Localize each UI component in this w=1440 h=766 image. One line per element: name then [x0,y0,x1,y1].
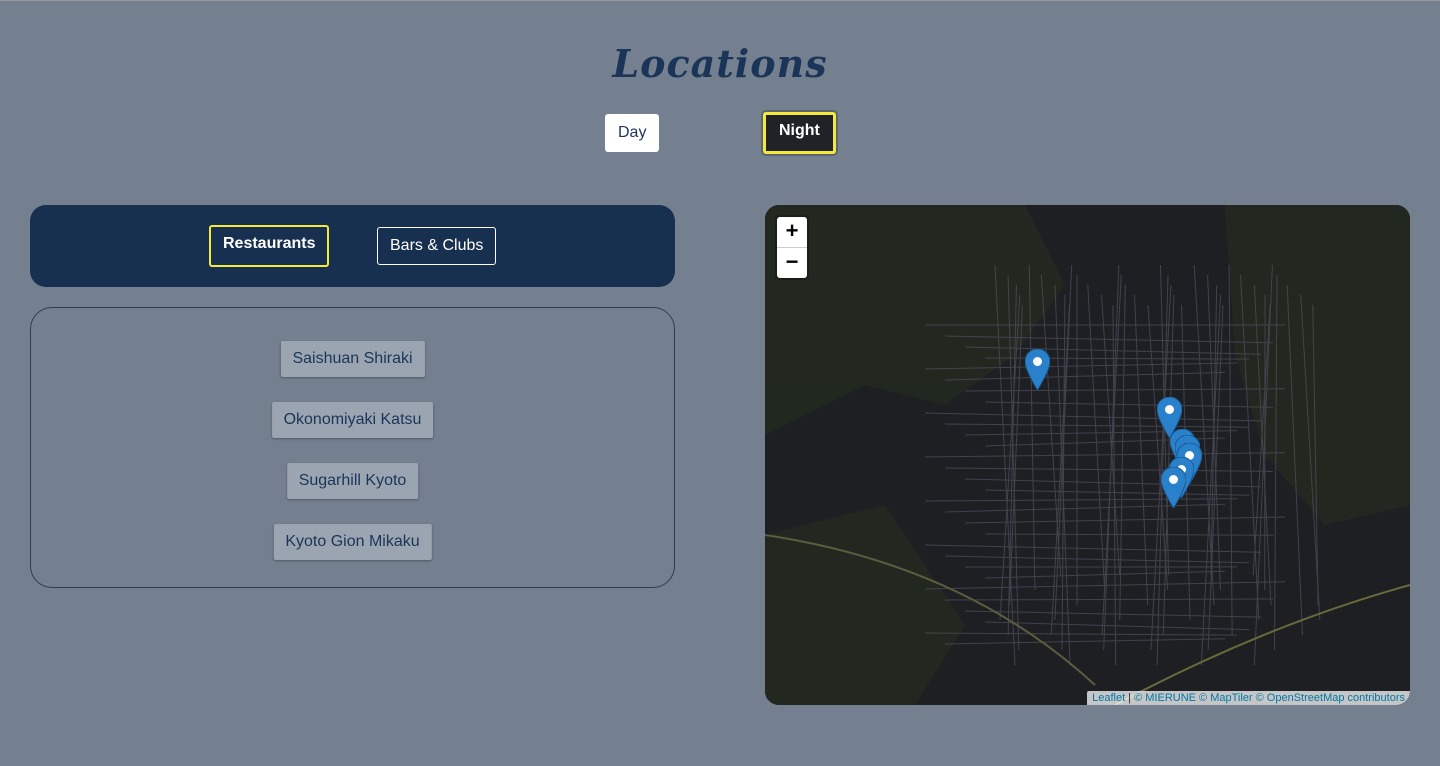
location-item[interactable]: Saishuan Shiraki [280,341,425,377]
location-item[interactable]: Sugarhill Kyoto [286,463,419,499]
restaurants-tab[interactable]: Restaurants [209,225,330,267]
location-item[interactable]: Okonomiyaki Katsu [271,402,434,438]
map-pin-icon[interactable] [1024,348,1051,391]
night-button[interactable]: Night [763,112,836,154]
bars-clubs-tab[interactable]: Bars & Clubs [377,227,497,265]
category-bar: Restaurants Bars & Clubs [30,205,675,287]
page-title: Locations [612,41,828,86]
map-pin-icon[interactable] [1160,466,1187,509]
location-item[interactable]: Kyoto Gion Mikaku [273,524,432,560]
attribution-separator: | [1125,692,1135,704]
leaflet-link[interactable]: Leaflet [1092,692,1125,704]
map-attribution: Leaflet | © MIERUNE © MapTiler © OpenStr… [1087,691,1410,705]
map[interactable]: + − Leaflet | © MIERUNE © MapTiler © Ope… [765,205,1410,705]
attribution-credits[interactable]: © MIERUNE © MapTiler © OpenStreetMap con… [1134,692,1405,704]
map-tiles [765,205,1410,705]
location-list: Saishuan Shiraki Okonomiyaki Katsu Sugar… [30,307,675,588]
zoom-in-button[interactable]: + [777,217,807,247]
zoom-control: + − [777,217,807,278]
day-button[interactable]: Day [605,114,660,152]
zoom-out-button[interactable]: − [777,247,807,278]
